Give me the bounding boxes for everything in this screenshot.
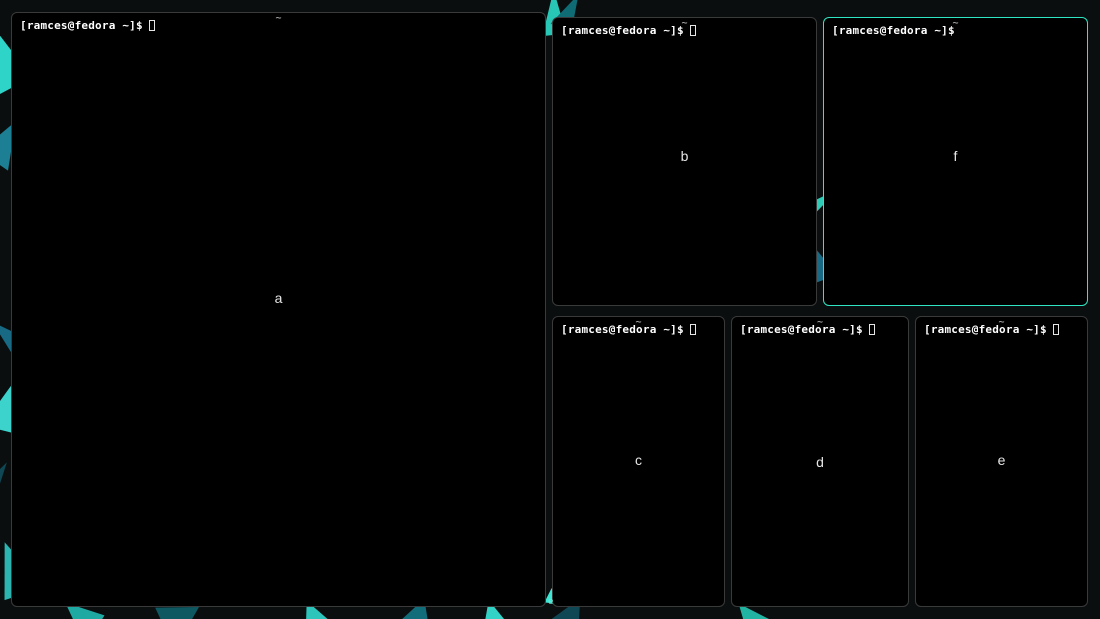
pane-title: ~ bbox=[946, 17, 964, 31]
cursor-icon bbox=[149, 20, 155, 31]
cursor-icon bbox=[869, 324, 875, 335]
shell-prompt: [ramces@fedora ~]$ bbox=[924, 323, 1047, 336]
cursor-icon bbox=[1053, 324, 1059, 335]
terminal-pane-b[interactable]: ~ [ramces@fedora ~]$ b bbox=[552, 17, 817, 306]
pane-title: ~ bbox=[675, 17, 693, 31]
shell-prompt: [ramces@fedora ~]$ bbox=[561, 24, 684, 37]
pane-title: ~ bbox=[992, 316, 1010, 330]
pane-title: ~ bbox=[269, 12, 287, 26]
cursor-icon bbox=[690, 324, 696, 335]
resize-handle-icon[interactable]: e bbox=[548, 598, 553, 607]
shell-prompt: [ramces@fedora ~]$ bbox=[740, 323, 863, 336]
terminal-pane-f[interactable]: ~ [ramces@fedora ~]$ f bbox=[823, 17, 1088, 306]
pane-title: ~ bbox=[811, 316, 829, 330]
terminal-pane-d[interactable]: ~ [ramces@fedora ~]$ d bbox=[731, 316, 909, 607]
pane-hint-letter: f bbox=[954, 148, 958, 164]
shell-prompt: [ramces@fedora ~]$ bbox=[561, 323, 684, 336]
pane-hint-letter: d bbox=[816, 454, 824, 470]
pane-hint-letter: c bbox=[635, 452, 642, 468]
pane-hint-letter: a bbox=[275, 290, 283, 306]
shell-prompt: [ramces@fedora ~]$ bbox=[20, 19, 143, 32]
pane-hint-letter: b bbox=[681, 148, 689, 164]
pane-hint-letter: e bbox=[998, 452, 1006, 468]
shell-prompt: [ramces@fedora ~]$ bbox=[832, 24, 955, 37]
terminal-pane-a[interactable]: ~ [ramces@fedora ~]$ a bbox=[11, 12, 546, 607]
terminal-pane-c[interactable]: ~ [ramces@fedora ~]$ c bbox=[552, 316, 725, 607]
terminal-pane-e[interactable]: ~ [ramces@fedora ~]$ e bbox=[915, 316, 1088, 607]
pane-title: ~ bbox=[629, 316, 647, 330]
